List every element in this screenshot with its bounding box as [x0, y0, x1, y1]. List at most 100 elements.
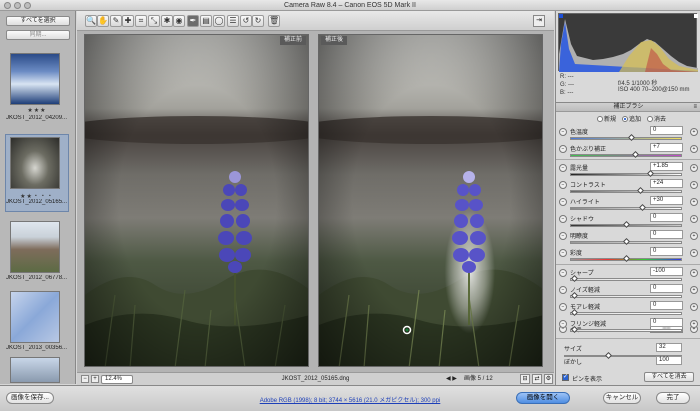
radial-filter-icon[interactable]: ◯: [213, 15, 225, 27]
slider-value[interactable]: 0: [650, 247, 683, 256]
plus-icon[interactable]: +: [690, 269, 698, 277]
minus-icon[interactable]: −: [559, 269, 567, 277]
brush-feather-slider[interactable]: ぼかし 100: [556, 356, 700, 373]
straighten-icon[interactable]: ⤡: [148, 15, 160, 27]
plus-icon[interactable]: +: [690, 215, 698, 223]
rotate-left-icon[interactable]: ↺: [240, 15, 252, 27]
plus-icon[interactable]: +: [690, 303, 698, 311]
minus-icon[interactable]: −: [559, 303, 567, 311]
slider-track[interactable]: [570, 190, 682, 193]
graduated-filter-icon[interactable]: ▤: [200, 15, 212, 27]
slider-row[interactable]: − フリンジ軽減 0 +: [556, 318, 700, 335]
slider-row[interactable]: − 明瞭度 0 +: [556, 230, 700, 247]
preferences-icon[interactable]: ☰: [227, 15, 239, 27]
slider-value[interactable]: +30: [650, 196, 683, 205]
white-balance-icon[interactable]: ✎: [110, 15, 122, 27]
mode-radio-3[interactable]: 消去: [641, 116, 666, 123]
minus-icon[interactable]: −: [559, 215, 567, 223]
plus-icon[interactable]: +: [690, 249, 698, 257]
slider-value[interactable]: 0: [650, 230, 683, 239]
mode-radio-1[interactable]: 新規: [591, 116, 616, 123]
minus-icon[interactable]: −: [559, 232, 567, 240]
thumbnail-3[interactable]: JKOST_2012_06778...: [6, 221, 68, 283]
plus-icon[interactable]: +: [690, 232, 698, 240]
trash-icon[interactable]: 🗑: [268, 15, 280, 27]
feather-value[interactable]: 100: [656, 356, 682, 365]
slider-row[interactable]: − モアレ軽減 0 +: [556, 301, 700, 318]
minimize-window-icon[interactable]: [14, 2, 21, 9]
preview-mode-icon[interactable]: ⇥: [533, 15, 545, 27]
red-eye-icon[interactable]: ◉: [173, 15, 185, 27]
slider-row[interactable]: − 彩度 0 +: [556, 247, 700, 264]
slider-value[interactable]: 0: [650, 318, 683, 327]
slider-value[interactable]: 0: [650, 301, 683, 310]
zoom-icon[interactable]: 🔍: [85, 15, 97, 27]
minus-icon[interactable]: −: [559, 249, 567, 257]
cancel-button[interactable]: キャンセル: [603, 392, 641, 404]
plus-icon[interactable]: +: [690, 145, 698, 153]
slider-row[interactable]: − 色温度 0 +: [556, 126, 700, 143]
slider-row[interactable]: − 露光量 +1.85 +: [556, 162, 700, 179]
slider-track[interactable]: [570, 312, 682, 315]
thumbnail-4[interactable]: JKOST_2013_00356...: [6, 291, 68, 353]
slider-row[interactable]: − コントラスト +24 +: [556, 179, 700, 196]
minus-icon[interactable]: −: [559, 198, 567, 206]
slider-track[interactable]: [570, 329, 682, 332]
zoom-window-icon[interactable]: [24, 2, 31, 9]
clear-all-button[interactable]: すべてを消去: [644, 372, 694, 382]
slider-row[interactable]: − ノイズ軽減 0 +: [556, 284, 700, 301]
slider-track[interactable]: [570, 278, 682, 281]
slider-row[interactable]: − 色かぶり補正 +7 +: [556, 143, 700, 160]
slider-value[interactable]: -100: [650, 267, 683, 276]
slider-track[interactable]: [570, 295, 682, 298]
rotate-right-icon[interactable]: ↻: [252, 15, 264, 27]
size-value[interactable]: 32: [656, 343, 682, 352]
slider-track[interactable]: [570, 173, 682, 176]
open-image-button[interactable]: 画像を開く: [516, 392, 570, 404]
minus-icon[interactable]: −: [559, 145, 567, 153]
mode-radio-2[interactable]: 追加: [616, 116, 641, 123]
spot-removal-icon[interactable]: ✱: [161, 15, 173, 27]
slider-value[interactable]: +1.85: [650, 162, 683, 171]
thumbnail-1[interactable]: ★★★ JKOST_2012_04209...: [6, 53, 68, 131]
sync-button[interactable]: 同期...: [6, 30, 70, 40]
slider-value[interactable]: 0: [650, 213, 683, 222]
image-nav-arrows-icon[interactable]: ◀ ▶: [446, 375, 457, 382]
plus-icon[interactable]: +: [690, 128, 698, 136]
thumbnail-2-selected[interactable]: ★★・・・ JKOST_2012_05165...: [5, 134, 69, 215]
slider-row[interactable]: − シャドウ 0 +: [556, 213, 700, 230]
done-button[interactable]: 完了: [656, 392, 690, 404]
color-sampler-icon[interactable]: ✚: [122, 15, 134, 27]
minus-icon[interactable]: −: [559, 164, 567, 172]
slider-track[interactable]: [570, 154, 682, 157]
close-window-icon[interactable]: [4, 2, 11, 9]
minus-icon[interactable]: −: [559, 128, 567, 136]
plus-icon[interactable]: +: [690, 164, 698, 172]
show-pins-checkbox[interactable]: ✓: [562, 374, 569, 381]
slider-track[interactable]: [570, 137, 682, 140]
minus-icon[interactable]: −: [559, 320, 567, 328]
hand-icon[interactable]: ✋: [97, 15, 109, 27]
plus-icon[interactable]: +: [690, 286, 698, 294]
slider-row[interactable]: − シャープ -100 +: [556, 267, 700, 284]
adjustment-brush-icon[interactable]: ✒: [187, 15, 199, 27]
before-after-view-icon[interactable]: ⊟: [520, 374, 530, 384]
select-all-button[interactable]: すべてを選択: [6, 16, 70, 26]
toggle-settings-icon[interactable]: ⚙: [544, 374, 553, 384]
slider-value[interactable]: 0: [650, 284, 683, 293]
plus-icon[interactable]: +: [690, 320, 698, 328]
swap-settings-icon[interactable]: ⇄: [532, 374, 542, 384]
plus-icon[interactable]: +: [690, 198, 698, 206]
slider-value[interactable]: +24: [650, 179, 683, 188]
slider-value[interactable]: 0: [650, 126, 683, 135]
minus-icon[interactable]: −: [559, 286, 567, 294]
minus-icon[interactable]: −: [559, 181, 567, 189]
slider-row[interactable]: − ハイライト +30 +: [556, 196, 700, 213]
plus-icon[interactable]: +: [690, 181, 698, 189]
panel-menu-icon[interactable]: ≡: [693, 103, 697, 112]
workflow-options-link[interactable]: Adobe RGB (1998); 8 bit; 3744 × 5616 (21…: [0, 395, 700, 404]
slider-track[interactable]: [570, 207, 682, 210]
crop-icon[interactable]: ⌗: [135, 15, 147, 27]
thumbnail-5[interactable]: [6, 357, 68, 383]
slider-value[interactable]: +7: [650, 143, 683, 152]
